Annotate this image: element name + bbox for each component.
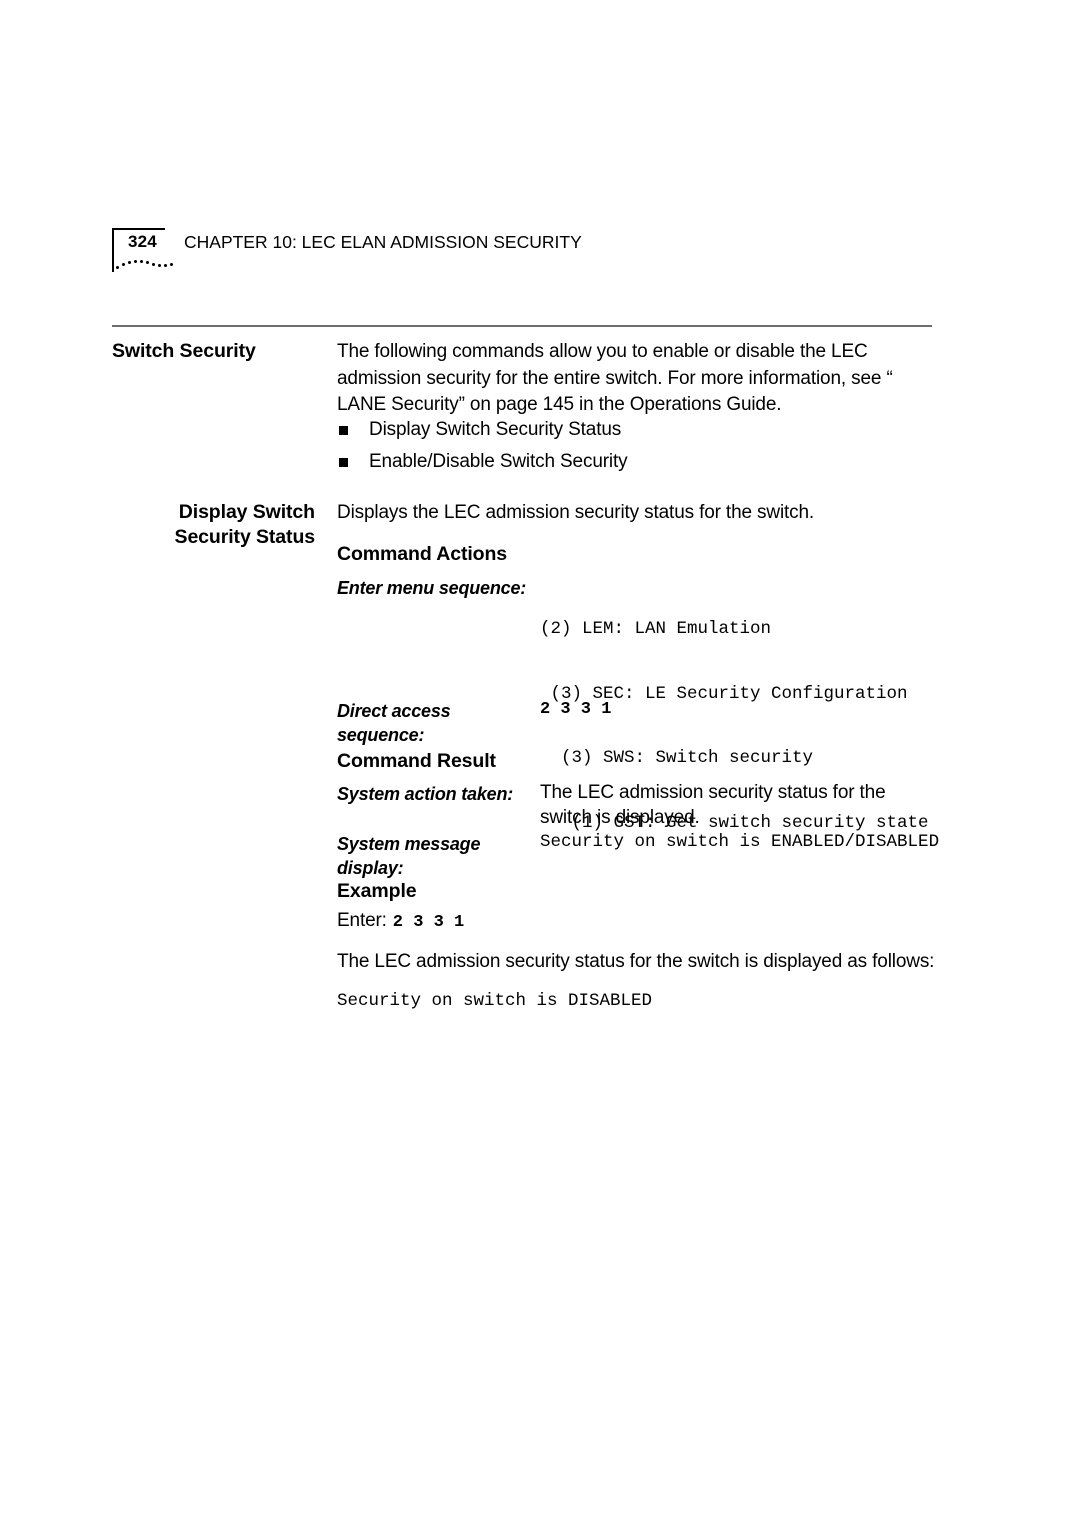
example-result-output: Security on switch is DISABLED <box>337 991 653 1011</box>
switch-security-intro-paragraph: The following commands allow you to enab… <box>337 341 893 415</box>
section-divider-rule <box>112 325 932 327</box>
chapter-title: CHAPTER 10: LEC ELAN ADMISSION SECURITY <box>184 232 582 252</box>
value-system-action-taken: The LEC admission security status for th… <box>540 782 886 828</box>
example-enter-line: Enter: 2 3 3 1 <box>337 908 935 935</box>
running-header: 324 CHAPTER 10: LEC ELAN ADMISSION SECUR… <box>112 228 932 274</box>
square-bullet-icon <box>339 458 348 467</box>
label-system-message-display: System message display: <box>337 834 481 878</box>
label-enter-menu-sequence: Enter menu sequence: <box>337 578 527 598</box>
example-enter-prefix: Enter: <box>337 910 387 931</box>
list-item: Display Switch Security Status <box>337 414 935 446</box>
document-page: 324 CHAPTER 10: LEC ELAN ADMISSION SECUR… <box>0 0 1080 1528</box>
page-number: 324 <box>128 232 157 251</box>
heading-example: Example <box>337 880 417 902</box>
list-item-label: Display Switch Security Status <box>369 419 622 440</box>
header-dot-decoration <box>116 258 178 272</box>
margin-heading-line-2: Security Status <box>174 526 316 548</box>
margin-heading-line-1: Display Switch <box>178 501 315 523</box>
menu-sequence-line: (2) LEM: LAN Emulation <box>540 619 772 639</box>
margin-heading-switch-security: Switch Security <box>112 340 256 362</box>
example-result-text: The LEC admission security status for th… <box>337 951 935 972</box>
label-direct-access-sequence: Direct access sequence: <box>337 701 451 745</box>
list-item: Enable/Disable Switch Security <box>337 446 935 478</box>
header-vertical-rule <box>112 228 114 272</box>
value-system-message-display: Security on switch is ENABLED/DISABLED <box>540 832 940 852</box>
display-switch-description: Displays the LEC admission security stat… <box>337 502 815 523</box>
heading-command-result: Command Result <box>337 750 496 772</box>
heading-command-actions: Command Actions <box>337 543 508 565</box>
list-item-label: Enable/Disable Switch Security <box>369 451 628 472</box>
switch-security-bullet-list: Display Switch Security Status Enable/Di… <box>337 414 935 478</box>
example-enter-value: 2 3 3 1 <box>392 913 465 932</box>
label-system-action-taken: System action taken: <box>337 784 514 804</box>
margin-heading-display-switch-security-status: Display Switch Security Status <box>110 500 316 550</box>
header-horizontal-rule <box>112 228 165 230</box>
square-bullet-icon <box>339 426 348 435</box>
value-direct-access-sequence: 2 3 3 1 <box>540 700 612 719</box>
